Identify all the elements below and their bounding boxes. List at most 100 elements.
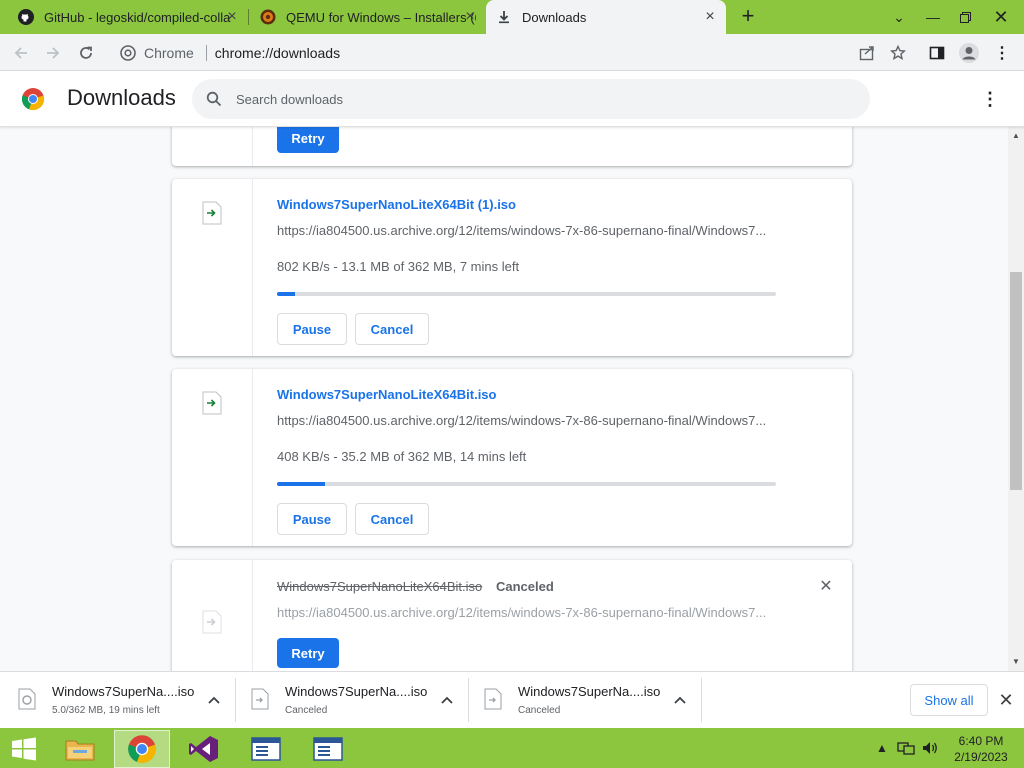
volume-icon[interactable] xyxy=(921,728,939,768)
address-bar[interactable]: Chrome chrome://downloads xyxy=(110,38,848,67)
scrollbar[interactable]: ▲ ▼ xyxy=(1008,127,1024,671)
forward-arrow-icon xyxy=(47,47,60,59)
reload-button[interactable] xyxy=(73,40,99,66)
network-icon[interactable] xyxy=(897,728,915,768)
file-name-link[interactable]: Windows7SuperNanoLiteX64Bit (1).iso xyxy=(277,197,516,212)
taskbar-app-window-1[interactable] xyxy=(238,730,294,768)
site-chip[interactable]: Chrome xyxy=(110,45,194,61)
file-icon xyxy=(484,688,502,710)
shelf-file-name: Windows7SuperNa....iso xyxy=(52,684,195,699)
windows-logo-icon xyxy=(12,737,36,761)
share-icon xyxy=(859,46,874,61)
qemu-icon xyxy=(260,9,276,25)
shelf-file-status: Canceled xyxy=(518,705,561,716)
search-icon[interactable] xyxy=(204,89,224,109)
icon-column xyxy=(172,127,253,166)
taskbar-file-explorer[interactable] xyxy=(52,730,108,768)
show-hidden-icons-button[interactable]: ▲ xyxy=(876,728,888,768)
forward-button[interactable] xyxy=(40,40,66,66)
site-label: Chrome xyxy=(144,44,194,61)
close-icon[interactable]: × xyxy=(462,9,478,25)
url-text: chrome://downloads xyxy=(214,44,341,61)
file-icon xyxy=(202,201,222,225)
downloads-menu-button[interactable]: ⋮ xyxy=(978,87,1002,111)
close-shelf-icon[interactable]: ✕ xyxy=(996,690,1016,710)
new-tab-button[interactable]: + xyxy=(736,5,760,29)
file-name-link[interactable]: Windows7SuperNanoLiteX64Bit.iso xyxy=(277,387,496,402)
close-icon[interactable]: × xyxy=(224,9,240,25)
taskbar-visual-studio[interactable] xyxy=(176,730,232,768)
tab-divider xyxy=(248,9,249,25)
minimize-button[interactable]: — xyxy=(916,0,950,34)
progress-text: 802 KB/s - 13.1 MB of 362 MB, 7 mins lef… xyxy=(277,259,520,274)
taskbar-app-window-2[interactable] xyxy=(300,730,356,768)
progress-fill xyxy=(277,482,326,486)
pause-button[interactable]: Pause xyxy=(277,313,347,345)
shelf-item[interactable]: Windows7SuperNa....iso 5.0/362 MB, 19 mi… xyxy=(4,678,236,722)
file-url-link[interactable]: https://ia804500.us.archive.org/12/items… xyxy=(277,605,777,620)
tab-title: Downloads xyxy=(522,9,587,25)
progress-bar xyxy=(277,482,776,486)
show-all-button[interactable]: Show all xyxy=(910,684,988,716)
taskbar-chrome[interactable] xyxy=(114,730,170,768)
scroll-down-arrow-icon[interactable]: ▼ xyxy=(1008,655,1024,669)
close-icon[interactable]: × xyxy=(702,9,718,25)
download-shelf: Windows7SuperNa....iso 5.0/362 MB, 19 mi… xyxy=(0,671,1024,728)
tab-title: GitHub - legoskid/compiled-colla xyxy=(44,9,231,25)
back-arrow-icon xyxy=(14,47,27,59)
shelf-item[interactable]: Windows7SuperNa....iso Canceled xyxy=(237,678,469,722)
profile-button[interactable] xyxy=(956,40,982,66)
file-icon xyxy=(202,610,222,634)
chrome-menu-button[interactable]: ⋮ xyxy=(989,40,1015,66)
progress-bar xyxy=(277,292,776,296)
clock-time: 6:40 PM xyxy=(958,734,1004,748)
tab-github[interactable]: GitHub - legoskid/compiled-colla × xyxy=(8,0,248,34)
download-icon xyxy=(496,9,512,25)
shelf-item[interactable]: Windows7SuperNa....iso Canceled xyxy=(470,678,702,722)
bookmark-star-button[interactable] xyxy=(885,40,911,66)
system-clock[interactable]: 6:40 PM 2/19/2023 xyxy=(948,733,1014,765)
cancel-button[interactable]: Cancel xyxy=(355,503,429,535)
side-panel-icon xyxy=(929,46,945,60)
search-input[interactable] xyxy=(236,91,836,107)
back-button[interactable] xyxy=(8,40,34,66)
window-app-icon xyxy=(313,737,343,761)
search-box[interactable] xyxy=(192,79,870,119)
side-panel-button[interactable] xyxy=(924,40,950,66)
shelf-file-status: 5.0/362 MB, 19 mins left xyxy=(52,705,160,716)
chevron-up-icon[interactable] xyxy=(670,690,690,710)
pause-button[interactable]: Pause xyxy=(277,503,347,535)
window-close-button[interactable]: ✕ xyxy=(984,0,1018,34)
restore-icon xyxy=(959,11,971,23)
downloads-header: Downloads ⋮ xyxy=(0,71,1024,127)
start-button[interactable] xyxy=(0,730,48,768)
reload-icon xyxy=(80,46,92,59)
shelf-file-name: Windows7SuperNa....iso xyxy=(285,684,428,699)
tab-qemu[interactable]: QEMU for Windows – Installers (64 × xyxy=(250,0,486,34)
scrollbar-thumb[interactable] xyxy=(1010,272,1022,490)
restore-button[interactable] xyxy=(948,0,982,34)
taskbar: ▲ 6:40 PM 2/19/2023 xyxy=(0,728,1024,768)
share-button[interactable] xyxy=(854,40,880,66)
tab-downloads[interactable]: Downloads × xyxy=(486,0,726,34)
file-url-link[interactable]: https://ia804500.us.archive.org/12/items… xyxy=(277,413,777,428)
downloads-list: Retry Windows7SuperNanoLiteX64Bit (1).is… xyxy=(0,127,1008,671)
tab-search-icon[interactable]: ⌄ xyxy=(882,0,916,34)
chrome-icon xyxy=(128,735,156,763)
progress-fill xyxy=(277,292,295,296)
chevron-up-icon[interactable] xyxy=(437,690,457,710)
retry-button[interactable]: Retry xyxy=(277,127,339,153)
chrome-icon xyxy=(120,44,136,61)
file-icon xyxy=(251,688,269,710)
cancel-button[interactable]: Cancel xyxy=(355,313,429,345)
file-name: Windows7SuperNanoLiteX64Bit.iso xyxy=(277,579,483,594)
file-url-link[interactable]: https://ia804500.us.archive.org/12/items… xyxy=(277,223,777,238)
scroll-up-arrow-icon[interactable]: ▲ xyxy=(1008,129,1024,143)
shelf-file-name: Windows7SuperNa....iso xyxy=(518,684,661,699)
avatar-icon xyxy=(959,43,979,63)
shelf-file-status: Canceled xyxy=(285,705,328,716)
chevron-up-icon[interactable] xyxy=(204,690,224,710)
page-title: Downloads xyxy=(67,85,176,110)
remove-close-icon[interactable]: ✕ xyxy=(818,579,834,595)
retry-button[interactable]: Retry xyxy=(277,638,339,668)
